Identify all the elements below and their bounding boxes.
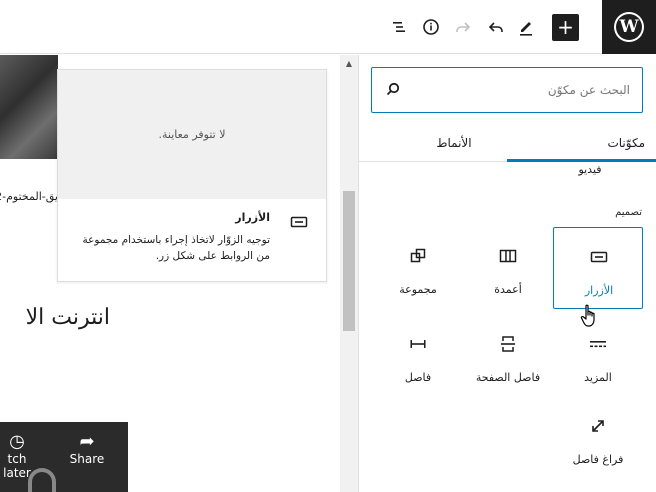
page-break-icon	[501, 336, 515, 352]
block-preview-popover: لا تتوفر معاينة. الأزرار توجيه الزوّار ل…	[57, 69, 327, 282]
block-item-columns[interactable]: أعمدة	[463, 227, 553, 309]
preview-title: الأزرار	[235, 211, 270, 224]
buttons-icon	[290, 216, 308, 228]
more-icon	[590, 341, 606, 348]
document-outline-button[interactable]	[385, 13, 413, 41]
image-block[interactable]	[0, 55, 58, 159]
wordpress-logo-icon: W	[614, 12, 644, 42]
spacer-icon	[592, 420, 604, 432]
columns-icon	[499, 249, 517, 263]
inserter-tabs: مكوّنات الأنماط	[359, 125, 656, 162]
edit-tools-button[interactable]	[512, 13, 540, 41]
block-item-group[interactable]: مجموعة	[373, 227, 463, 309]
tab-blocks[interactable]: مكوّنات	[507, 125, 656, 162]
image-caption: يق-المختوم-2	[0, 190, 58, 203]
tab-patterns[interactable]: الأنماط	[399, 125, 509, 162]
separator-icon	[410, 340, 426, 348]
block-item-separator[interactable]: فاصل	[373, 315, 463, 397]
editor-canvas: يق-المختوم-2 انترنت الا ◷ tch later ➦ Sh…	[0, 55, 340, 492]
video-embed[interactable]: ◷ tch later ➦ Share	[0, 422, 128, 492]
hand-pointer-cursor-icon	[580, 304, 595, 327]
wordpress-logo-button[interactable]: W	[602, 0, 656, 54]
share-arrow-icon: ➦	[79, 431, 95, 452]
canvas-scrollbar[interactable]: ▲	[340, 55, 358, 492]
scrollbar-thumb[interactable]	[343, 191, 355, 331]
block-search	[371, 67, 643, 113]
block-search-input[interactable]	[420, 78, 630, 102]
pencil-icon	[520, 22, 532, 36]
plus-icon: +	[557, 15, 574, 39]
group-icon	[410, 248, 426, 263]
category-title: تصميم	[615, 207, 642, 218]
undo-button[interactable]	[482, 13, 510, 41]
clock-icon: ◷	[9, 431, 25, 452]
video-block-label: فيديو	[578, 163, 602, 176]
preview-area: لا تتوفر معاينة.	[58, 70, 326, 199]
undo-icon	[488, 22, 503, 32]
editor-toolbar: W +	[0, 0, 656, 54]
block-item-page-break[interactable]: فاصل الصفحة	[463, 315, 553, 397]
scroll-up-arrow-icon[interactable]: ▲	[340, 59, 358, 68]
block-item-buttons[interactable]: الأزرار	[553, 227, 643, 309]
search-icon	[386, 82, 400, 96]
buttons-icon	[590, 251, 608, 263]
preview-info: الأزرار توجيه الزوّار لاتخاذ إجراء باستخ…	[58, 199, 326, 264]
redo-button[interactable]	[449, 13, 477, 41]
share-button[interactable]: ➦ Share	[62, 431, 112, 467]
video-thumbnail-shape	[28, 468, 56, 492]
block-item-spacer[interactable]: فراغ فاصل	[553, 397, 643, 479]
info-icon	[423, 19, 439, 35]
block-inserter-panel: مكوّنات الأنماط فيديو تصميم الأزرار أعمد…	[358, 55, 656, 492]
heading-block[interactable]: انترنت الا	[0, 305, 110, 330]
list-view-icon	[393, 22, 405, 32]
details-button[interactable]	[417, 13, 445, 41]
redo-icon	[456, 22, 471, 32]
add-block-button[interactable]: +	[552, 14, 579, 41]
preview-description: توجيه الزوّار لاتخاذ إجراء باستخدام مجمو…	[82, 234, 271, 262]
